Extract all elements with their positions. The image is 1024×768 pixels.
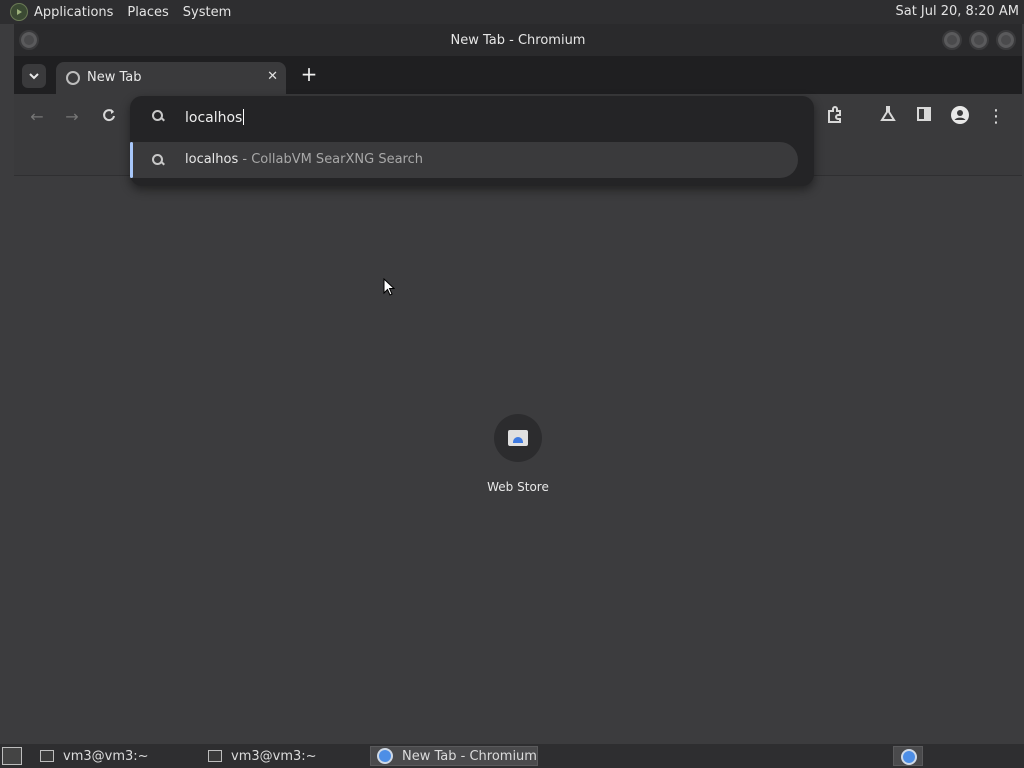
menu-kebab-icon[interactable]: ⋮	[985, 106, 1007, 128]
close-window-button[interactable]	[996, 30, 1016, 50]
desktop: Applications Places System Sat Jul 20, 8…	[0, 0, 1024, 768]
tray-chromium[interactable]	[893, 746, 923, 766]
taskbar-item-chromium[interactable]: New Tab - Chromium	[370, 746, 538, 766]
selection-indicator	[130, 142, 133, 178]
address-input-value[interactable]: localhos	[185, 110, 242, 126]
new-tab-page: Web Store	[14, 176, 1022, 744]
shortcut-tile[interactable]	[494, 414, 542, 462]
extensions-icon[interactable]	[824, 106, 846, 128]
shortcut-web-store[interactable]: Web Store	[486, 414, 550, 494]
omnibox-popup: localhos localhos - CollabVM SearXNG Sea…	[130, 96, 814, 186]
omnibox-suggestion[interactable]: localhos - CollabVM SearXNG Search	[130, 142, 798, 178]
shortcut-label: Web Store	[487, 480, 549, 494]
clock[interactable]: Sat Jul 20, 8:20 AM	[895, 4, 1019, 19]
menu-system[interactable]: System	[183, 5, 231, 20]
side-panel-icon[interactable]	[913, 106, 935, 128]
terminal-icon	[208, 750, 222, 762]
globe-icon	[66, 71, 80, 85]
taskbar-item-terminal-2[interactable]: vm3@vm3:~	[202, 746, 362, 766]
tab-strip: New Tab ✕ +	[14, 56, 1022, 94]
suggestion-query: localhos	[185, 152, 239, 167]
minimize-button[interactable]	[942, 30, 962, 50]
show-desktop-icon[interactable]	[2, 747, 22, 765]
suggestion-description: - CollabVM SearXNG Search	[238, 152, 423, 167]
taskbar-item-label: vm3@vm3:~	[63, 748, 149, 764]
menu-applications[interactable]: Applications	[34, 5, 113, 20]
forward-icon[interactable]: →	[61, 106, 83, 128]
tab-new-tab[interactable]: New Tab ✕	[56, 62, 286, 94]
chromium-icon	[377, 748, 393, 764]
distro-logo-icon[interactable]	[10, 3, 28, 21]
chromium-icon	[901, 749, 917, 765]
tab-label: New Tab	[87, 70, 142, 85]
search-icon	[152, 110, 164, 122]
taskbar-item-label: vm3@vm3:~	[231, 748, 317, 764]
mouse-pointer-icon	[383, 278, 395, 296]
taskbar-item-label: New Tab - Chromium	[402, 748, 537, 764]
bottom-taskbar: vm3@vm3:~ vm3@vm3:~ New Tab - Chromium	[0, 744, 1024, 768]
web-store-icon	[508, 430, 528, 446]
tab-search-button[interactable]	[22, 64, 46, 88]
terminal-icon	[40, 750, 54, 762]
new-tab-button[interactable]: +	[298, 64, 320, 86]
close-tab-icon[interactable]: ✕	[267, 69, 278, 84]
window-title: New Tab - Chromium	[450, 33, 586, 48]
menu-places[interactable]: Places	[127, 5, 168, 20]
back-icon[interactable]: ←	[26, 106, 48, 128]
address-bar[interactable]: localhos	[130, 96, 814, 140]
profile-avatar-icon[interactable]	[949, 106, 971, 128]
window-titlebar[interactable]: New Tab - Chromium	[14, 24, 1022, 56]
search-icon	[152, 154, 164, 166]
text-caret	[243, 109, 245, 125]
taskbar-item-terminal-1[interactable]: vm3@vm3:~	[34, 746, 194, 766]
top-panel: Applications Places System Sat Jul 20, 8…	[0, 0, 1024, 24]
maximize-button[interactable]	[969, 30, 989, 50]
labs-flask-icon[interactable]	[877, 106, 899, 128]
reload-icon[interactable]	[98, 106, 120, 128]
